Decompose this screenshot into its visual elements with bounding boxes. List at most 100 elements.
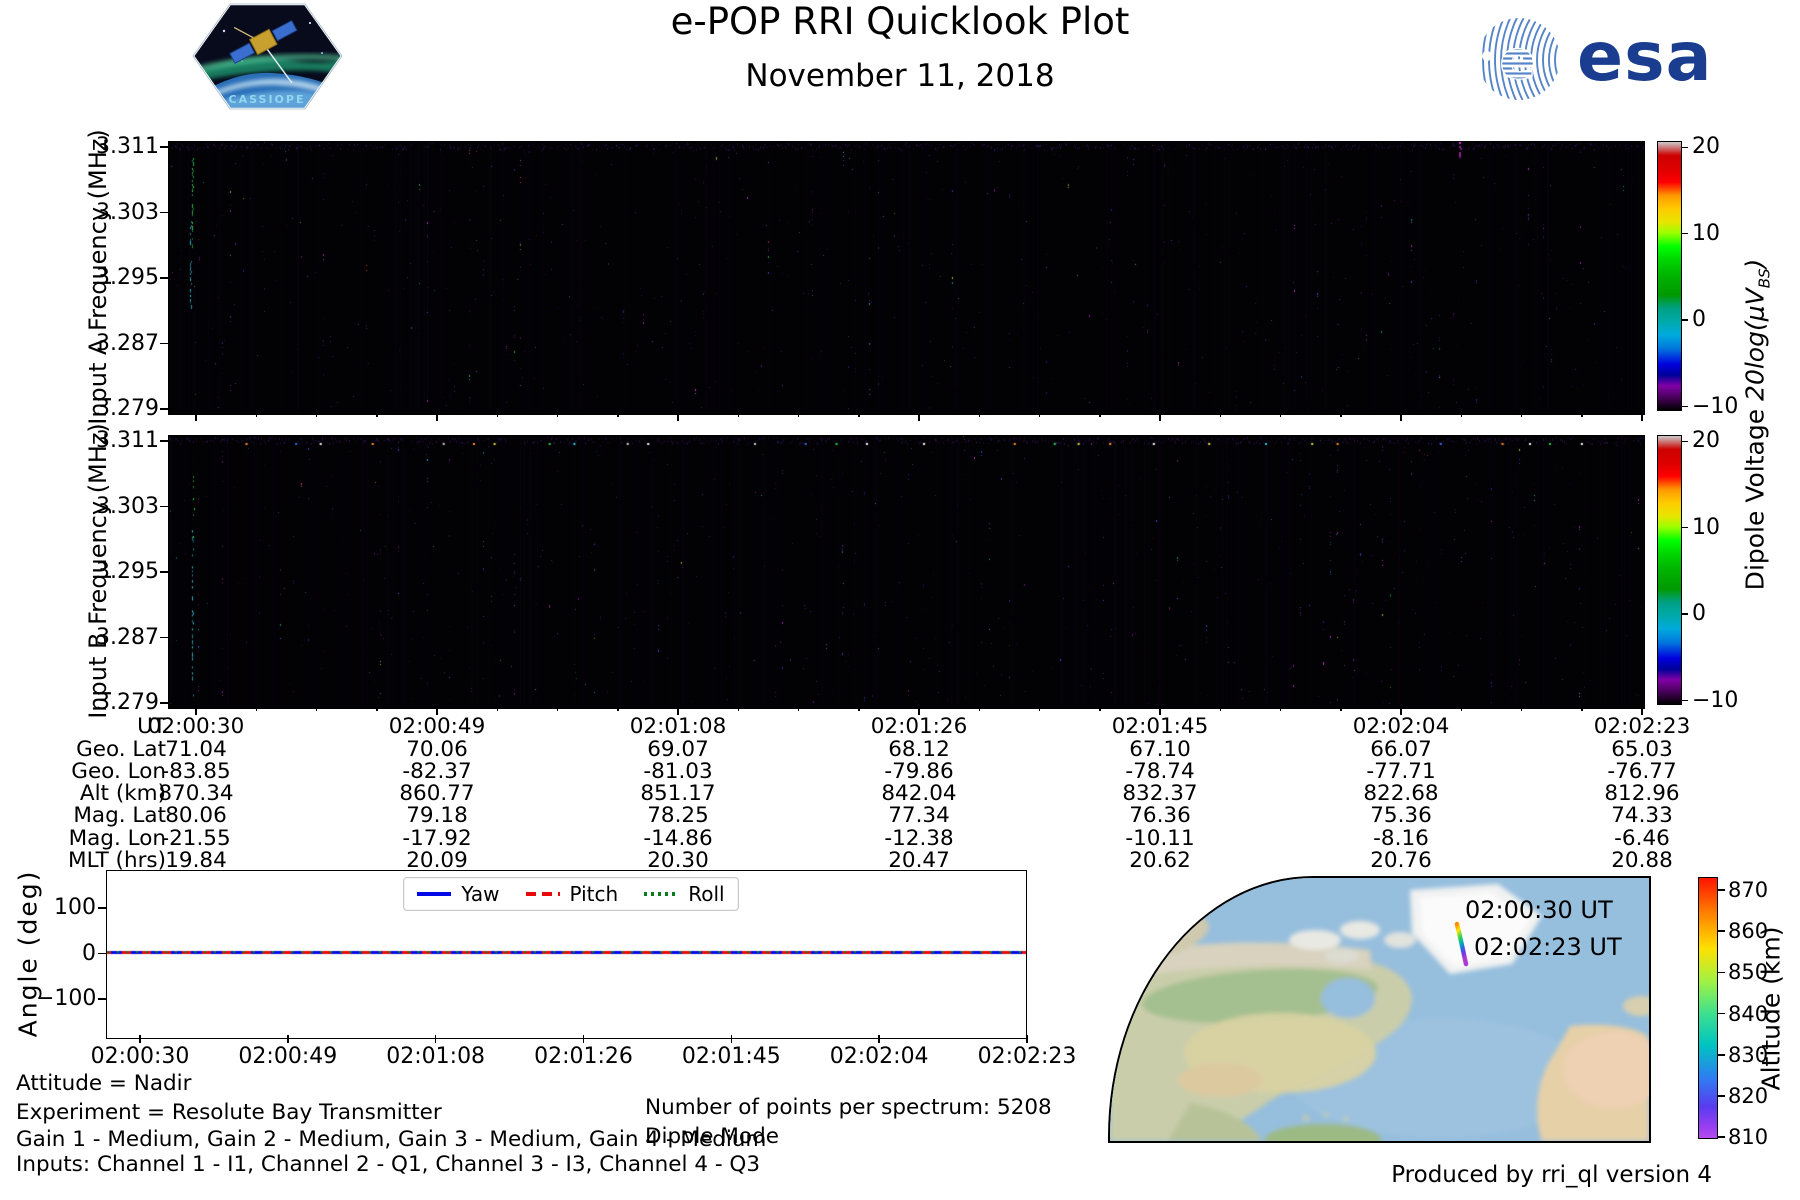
freq-tick-label: 3.311 bbox=[96, 134, 159, 160]
ephemeris-cell: 02:00:49 bbox=[388, 714, 486, 739]
time-minor-tick bbox=[255, 706, 257, 711]
time-major-tick bbox=[195, 706, 197, 715]
legend-entry-pitch: Pitch bbox=[525, 882, 619, 906]
altitude-tick-mark bbox=[1718, 1136, 1725, 1138]
time-minor-tick bbox=[1038, 706, 1041, 711]
angle-xtick-label: 02:01:26 bbox=[534, 1044, 633, 1069]
legend-entry-roll: Roll bbox=[644, 882, 725, 906]
angle-plot-legend: Yaw Pitch Roll bbox=[403, 877, 739, 911]
angle-ytick-mark bbox=[98, 998, 106, 1000]
time-minor-tick bbox=[1340, 706, 1342, 711]
time-minor-tick bbox=[797, 706, 800, 711]
time-minor-tick bbox=[1581, 706, 1583, 711]
esa-wordmark: esa bbox=[1577, 18, 1713, 97]
legend-label: Yaw bbox=[461, 882, 500, 906]
time-major-tick bbox=[436, 706, 438, 715]
altitude-tick-label: 810 bbox=[1728, 1125, 1769, 1150]
altitude-tick-mark bbox=[1718, 889, 1725, 891]
input-a-spectrogram bbox=[169, 142, 1644, 410]
freq-tick-label: 3.311 bbox=[96, 428, 159, 454]
dipole-colorbar-a bbox=[1658, 142, 1681, 410]
time-minor-tick bbox=[737, 706, 739, 711]
angle-xtick-mark bbox=[582, 1034, 585, 1043]
ephemeris-cell: 78.25 bbox=[647, 803, 709, 828]
freq-tick-label: 3.295 bbox=[96, 559, 159, 585]
time-major-tick bbox=[436, 412, 438, 421]
time-minor-tick bbox=[978, 706, 980, 711]
ground-track-map: 02:00:30 UT 02:02:23 UT bbox=[1108, 876, 1651, 1143]
dipole-mode-note: Dipole Mode bbox=[645, 1124, 779, 1149]
colorbar-tick-label: 20 bbox=[1692, 428, 1720, 454]
freq-tick-mark bbox=[160, 342, 168, 345]
freq-tick-mark bbox=[160, 505, 168, 508]
ephemeris-cell: 80.06 bbox=[165, 803, 227, 828]
freq-tick-mark bbox=[160, 146, 168, 148]
altitude-tick-label: 840 bbox=[1728, 1001, 1769, 1026]
roll-line-swatch bbox=[644, 892, 679, 896]
time-minor-tick bbox=[556, 412, 559, 417]
time-major-tick bbox=[677, 706, 679, 715]
time-minor-tick bbox=[1460, 706, 1462, 711]
altitude-tick-mark bbox=[1718, 930, 1725, 932]
colorbar-tick-label: 0 bbox=[1692, 307, 1706, 333]
time-minor-tick bbox=[737, 412, 739, 417]
time-major-tick bbox=[1400, 706, 1402, 715]
freq-tick-label: 3.279 bbox=[96, 690, 159, 716]
angle-xtick-mark bbox=[730, 1034, 733, 1043]
yaw-line-swatch bbox=[417, 892, 452, 896]
freq-tick-mark bbox=[160, 571, 168, 573]
time-minor-tick bbox=[496, 412, 498, 417]
altitude-tick-label: 870 bbox=[1728, 878, 1769, 902]
altitude-tick-mark bbox=[1718, 971, 1725, 974]
ephemeris-cell: 20.62 bbox=[1129, 848, 1191, 873]
angle-xtick-label: 02:01:45 bbox=[681, 1044, 781, 1069]
angle-ytick-label: −100 bbox=[36, 986, 97, 1011]
ephemeris-cell: 20.76 bbox=[1370, 848, 1432, 873]
time-major-tick bbox=[918, 412, 920, 421]
esa-globe-icon: e bbox=[1478, 18, 1560, 100]
legend-entry-yaw: Yaw bbox=[417, 882, 500, 906]
time-minor-tick bbox=[315, 706, 318, 711]
altitude-colorbar bbox=[1699, 878, 1717, 1138]
angle-xtick-mark bbox=[139, 1034, 141, 1043]
time-minor-tick bbox=[1219, 706, 1221, 711]
inputs-note: Inputs: Channel 1 - I1, Channel 2 - Q1, … bbox=[16, 1152, 761, 1177]
angle-xtick-label: 02:02:23 bbox=[977, 1044, 1077, 1069]
time-minor-tick bbox=[496, 706, 498, 711]
ephemeris-cell: 77.34 bbox=[888, 803, 950, 828]
time-minor-tick bbox=[1520, 412, 1523, 417]
ephemeris-cell: 76.36 bbox=[1129, 803, 1191, 828]
angle-xtick-label: 02:01:08 bbox=[386, 1044, 486, 1069]
ephemeris-cell: 79.18 bbox=[406, 803, 468, 828]
freq-tick-mark bbox=[160, 636, 168, 639]
ephemeris-cell: 20.88 bbox=[1611, 848, 1673, 873]
angle-xtick-label: 02:00:49 bbox=[238, 1044, 338, 1069]
produced-by-note: Produced by rri_ql version 4 bbox=[1391, 1162, 1712, 1188]
colorbar-tick-mark bbox=[1681, 613, 1688, 615]
freq-tick-label: 3.287 bbox=[96, 330, 159, 356]
angle-xtick-mark bbox=[878, 1034, 880, 1043]
time-minor-tick bbox=[1099, 412, 1101, 417]
ephemeris-cell: 02:00:30 bbox=[147, 714, 245, 739]
time-major-tick bbox=[1641, 706, 1643, 715]
freq-tick-label: 3.303 bbox=[96, 199, 159, 225]
colorbar-tick-label: 0 bbox=[1692, 601, 1706, 627]
time-major-tick bbox=[195, 412, 197, 421]
colorbar-tick-mark bbox=[1681, 232, 1688, 235]
colorbar-tick-label: 20 bbox=[1692, 134, 1720, 160]
ephemeris-cell: 74.33 bbox=[1611, 803, 1673, 828]
time-minor-tick bbox=[376, 706, 378, 711]
colorbar-tick-label: 10 bbox=[1692, 514, 1720, 540]
time-minor-tick bbox=[1520, 706, 1523, 711]
colorbar-tick-mark bbox=[1681, 405, 1688, 408]
time-minor-tick bbox=[315, 412, 318, 417]
legend-label: Pitch bbox=[569, 882, 619, 906]
altitude-tick-mark bbox=[1718, 1054, 1725, 1056]
patch-label: CASSIOPE bbox=[229, 93, 306, 106]
ephemeris-cell: 02:02:23 bbox=[1593, 714, 1691, 739]
time-major-tick bbox=[918, 706, 920, 715]
quicklook-plot-page: CASSIOPE e-POP RRI Quicklook Plot Novemb… bbox=[0, 0, 1800, 1200]
time-minor-tick bbox=[1219, 412, 1221, 417]
freq-tick-mark bbox=[160, 277, 168, 279]
angle-xtick-mark bbox=[434, 1034, 437, 1043]
